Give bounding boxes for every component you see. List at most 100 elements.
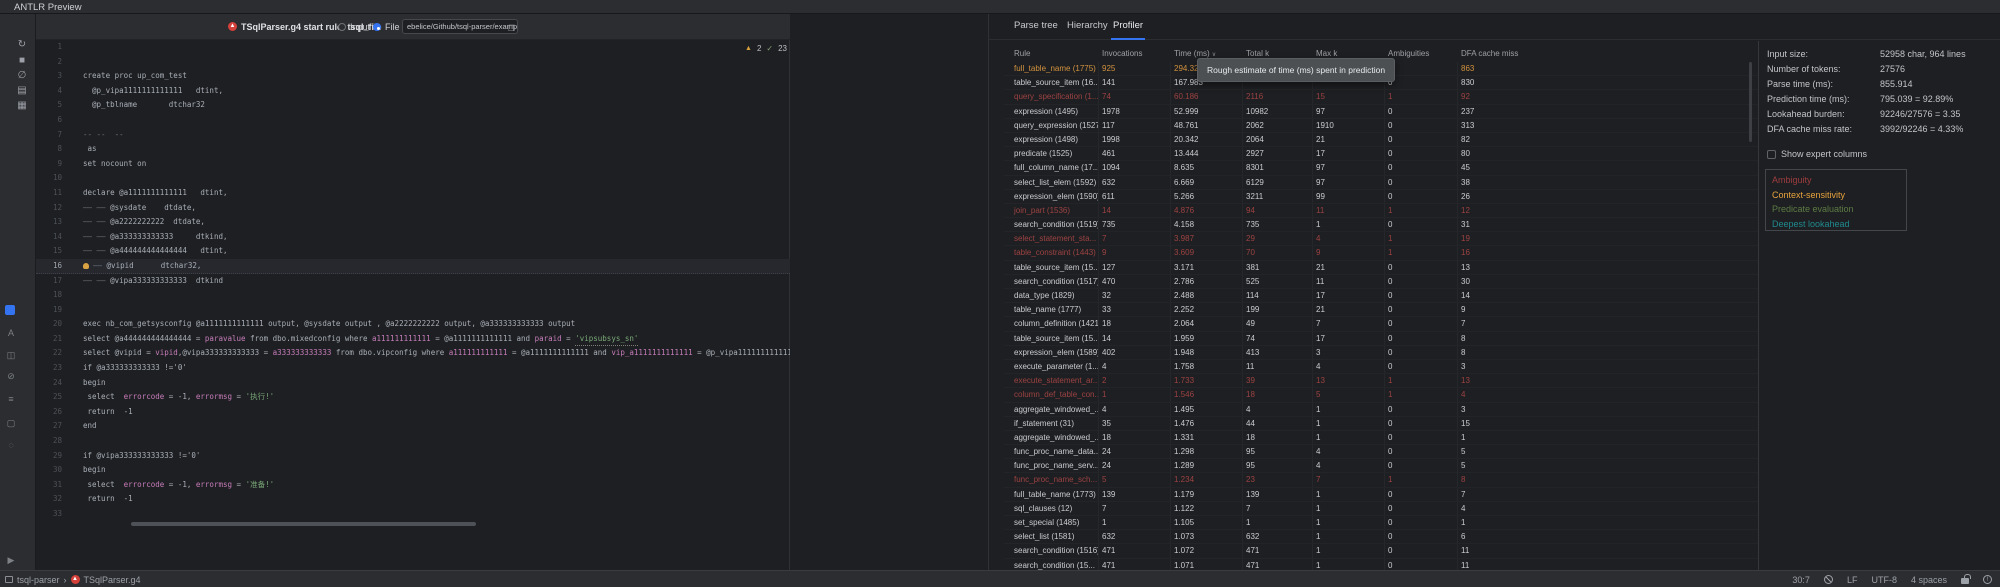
input-radio-label[interactable]: Input <box>350 22 370 32</box>
code-line[interactable]: 4 @p_vipa1111111111111 dtint, <box>36 84 790 99</box>
line-number[interactable]: 16 <box>36 259 62 273</box>
code-line[interactable]: 17—— —— @vipa333333333333 dtkind <box>36 274 790 289</box>
table-row[interactable]: join_part (1536)144.8769411112 <box>1004 204 1758 218</box>
table-row[interactable]: search_condition (15...4711.0714711011 <box>1004 559 1758 570</box>
code-line[interactable]: 7-- -- -- <box>36 128 790 143</box>
file-radio-label[interactable]: File <box>385 22 400 32</box>
line-number[interactable]: 24 <box>36 376 62 391</box>
profiler-table[interactable]: full_table_name (1775)925294.3220863tabl… <box>1004 62 1758 570</box>
line-number[interactable]: 8 <box>36 142 62 157</box>
code-line[interactable]: 6 <box>36 113 790 128</box>
line-number[interactable]: 10 <box>36 171 62 186</box>
table-row[interactable]: search_condition (1516)4711.0724711011 <box>1004 544 1758 558</box>
code-line[interactable]: 31 select errorcode = -1, errormsg = '准备… <box>36 478 790 493</box>
code-line[interactable]: 30begin <box>36 463 790 478</box>
disable-icon[interactable]: ⊘ <box>4 370 18 382</box>
line-number[interactable]: 33 <box>36 507 62 522</box>
table-row[interactable]: table_constraint (1443)93.609709116 <box>1004 246 1758 260</box>
code-line[interactable]: 1 <box>36 40 790 55</box>
circle-tool-icon[interactable]: ◌ <box>4 439 18 451</box>
table-row[interactable]: execute_statement_ar...21.7333913113 <box>1004 374 1758 388</box>
pin-icon[interactable]: ▤ <box>14 84 30 97</box>
column-header-max-k[interactable]: Max k <box>1313 49 1385 58</box>
table-row[interactable]: aggregate_windowed_...181.33118101 <box>1004 431 1758 445</box>
table-row[interactable]: data_type (1829)322.48811417014 <box>1004 289 1758 303</box>
table-row[interactable]: expression (1498)199820.342206421082 <box>1004 133 1758 147</box>
active-tool-icon[interactable] <box>5 305 15 315</box>
line-number[interactable]: 30 <box>36 463 62 478</box>
code-line[interactable]: 14—— —— @a333333333333 dtkind, <box>36 230 790 245</box>
code-line[interactable]: 9set nocount on <box>36 157 790 172</box>
settings-icon[interactable]: ▦ <box>14 99 30 112</box>
code-line[interactable]: 8 as <box>36 142 790 157</box>
caret-position[interactable]: 30:7 <box>1792 575 1810 585</box>
code-line[interactable]: 20exec nb_com_getsysconfig @a11111111111… <box>36 317 790 332</box>
code-line[interactable]: 22select @vipid = vipid,@vipa33333333333… <box>36 346 790 361</box>
table-row[interactable]: expression_elem (1589)4021.948413308 <box>1004 346 1758 360</box>
line-number[interactable]: 3 <box>36 69 62 84</box>
table-row[interactable]: predicate (1525)46113.444292717080 <box>1004 147 1758 161</box>
file-path-field[interactable]: ebelice/Github/tsql-parser/examples/big.… <box>402 19 518 34</box>
code-line[interactable]: 32 return -1 <box>36 492 790 507</box>
line-number[interactable]: 13 <box>36 215 62 230</box>
code-line[interactable]: 25 select errorcode = -1, errormsg = '执行… <box>36 390 790 405</box>
line-number[interactable]: 15 <box>36 244 62 259</box>
table-row[interactable]: search_condition (1519)7354.1587351031 <box>1004 218 1758 232</box>
column-header-rule[interactable]: Rule <box>1004 49 1099 58</box>
highlighting-level-icon[interactable] <box>1824 575 1833 584</box>
expert-columns-row[interactable]: Show expert columns <box>1767 149 1867 159</box>
column-header-invocations[interactable]: Invocations <box>1099 49 1171 58</box>
table-row[interactable]: aggregate_windowed_...41.4954103 <box>1004 403 1758 417</box>
line-number[interactable]: 23 <box>36 361 62 376</box>
code-line[interactable]: 19 <box>36 303 790 318</box>
code-line[interactable]: 13—— —— @a2222222222 dtdate, <box>36 215 790 230</box>
line-number[interactable]: 29 <box>36 449 62 464</box>
stop-icon[interactable]: ■ <box>14 54 30 67</box>
table-row[interactable]: func_proc_name_data...241.29895405 <box>1004 445 1758 459</box>
line-number[interactable]: 17 <box>36 274 62 289</box>
code-line[interactable]: 11declare @a1111111111111 dtint, <box>36 186 790 201</box>
file-radio[interactable] <box>373 23 381 31</box>
table-row[interactable]: query_specification (1...7460.1862116151… <box>1004 90 1758 104</box>
code-line[interactable]: 12—— —— @sysdate dtdate, <box>36 201 790 216</box>
table-row[interactable]: column_definition (1421)182.06449707 <box>1004 317 1758 331</box>
line-number[interactable]: 5 <box>36 98 62 113</box>
line-number[interactable]: 9 <box>36 157 62 172</box>
table-row[interactable]: column_def_table_con...11.54618514 <box>1004 388 1758 402</box>
table-row[interactable]: set_special (1485)11.1051101 <box>1004 516 1758 530</box>
breadcrumb[interactable]: tsql-parser › ▲ TSqlParser.g4 <box>5 571 141 587</box>
refresh-icon[interactable]: ↻ <box>14 38 30 51</box>
table-row[interactable]: query_expression (1527)11748.76120621910… <box>1004 119 1758 133</box>
line-number[interactable]: 28 <box>36 434 62 449</box>
column-header-time-ms-[interactable]: Time (ms)∨ <box>1171 49 1243 58</box>
line-number[interactable]: 2 <box>36 55 62 70</box>
menu-icon[interactable]: ≡ <box>4 393 18 405</box>
code-editor[interactable]: 123create proc up_com_test4 @p_vipa11111… <box>36 40 790 570</box>
table-row[interactable]: table_source_item (15...1273.17138121013 <box>1004 261 1758 275</box>
notifications-icon[interactable]: ! <box>1983 575 1992 584</box>
table-row[interactable]: full_column_name (17...10948.63583019704… <box>1004 161 1758 175</box>
code-line[interactable]: 27end <box>36 419 790 434</box>
code-line[interactable]: 33 <box>36 507 790 522</box>
code-line[interactable]: 2 <box>36 55 790 70</box>
intention-bulb-icon[interactable] <box>83 263 89 269</box>
column-header-total-k[interactable]: Total k <box>1243 49 1313 58</box>
line-number[interactable]: 18 <box>36 288 62 303</box>
line-ending-indicator[interactable]: LF <box>1847 575 1858 585</box>
square-tool-icon[interactable]: ▢ <box>4 417 18 429</box>
lock-icon[interactable] <box>1961 578 1969 584</box>
code-line[interactable]: 24begin <box>36 376 790 391</box>
table-row[interactable]: func_proc_name_sch...51.23423718 <box>1004 473 1758 487</box>
code-line[interactable]: 5 @p_tblname dtchar32 <box>36 98 790 113</box>
line-number[interactable]: 12 <box>36 201 62 216</box>
clear-icon[interactable]: ∅ <box>14 69 30 82</box>
column-header-ambiguities[interactable]: Ambiguities <box>1385 49 1458 58</box>
tab-hierarchy[interactable]: Hierarchy <box>1067 14 1108 40</box>
code-line[interactable]: 23if @a333333333333 !='0' <box>36 361 790 376</box>
table-row[interactable]: select_statement_sta...73.987294119 <box>1004 232 1758 246</box>
encoding-indicator[interactable]: UTF-8 <box>1871 575 1897 585</box>
table-row[interactable]: select_list_elem (1592)6326.669612997038 <box>1004 176 1758 190</box>
code-line[interactable]: 3create proc up_com_test <box>36 69 790 84</box>
table-row[interactable]: table_name (1777)332.2521992109 <box>1004 303 1758 317</box>
line-number[interactable]: 26 <box>36 405 62 420</box>
